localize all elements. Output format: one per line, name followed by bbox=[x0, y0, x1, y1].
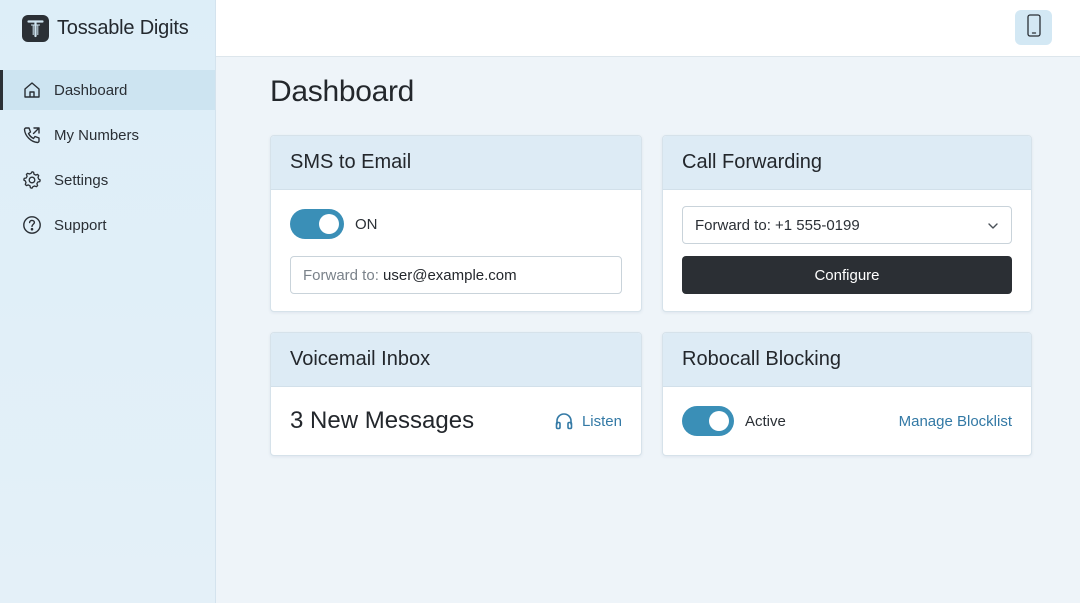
card-title: SMS to Email bbox=[271, 136, 641, 190]
page-title: Dashboard bbox=[270, 75, 415, 108]
sidebar-item-label: Settings bbox=[54, 171, 109, 189]
home-icon bbox=[22, 80, 42, 100]
configure-button[interactable]: Configure bbox=[682, 256, 1012, 294]
brand[interactable]: Tossable Digits bbox=[0, 0, 215, 56]
voicemail-inbox-card: Voicemail Inbox 3 New Messages Listen bbox=[270, 332, 642, 456]
sidebar-item-label: My Numbers bbox=[54, 126, 140, 144]
top-bar bbox=[216, 0, 1080, 57]
card-title: Call Forwarding bbox=[663, 136, 1031, 190]
smartphone-icon bbox=[1026, 13, 1041, 42]
app-logo-icon bbox=[22, 14, 49, 42]
call-forwarding-card: Call Forwarding Forward to: +1 555-0199 … bbox=[662, 135, 1032, 312]
phone-forward-icon bbox=[22, 125, 42, 145]
sidebar-item-settings[interactable]: Settings bbox=[0, 160, 215, 200]
sidebar-item-support[interactable]: Support bbox=[0, 205, 215, 245]
sidebar-item-dashboard[interactable]: Dashboard bbox=[0, 70, 215, 110]
sms-toggle[interactable] bbox=[290, 209, 344, 239]
forward-email-field[interactable]: Forward to: user@example.com bbox=[290, 256, 622, 294]
forward-email-value: user@example.com bbox=[383, 266, 517, 284]
chevron-down-icon bbox=[987, 219, 999, 236]
robocall-toggle-label: Active bbox=[745, 413, 786, 430]
card-title: Robocall Blocking bbox=[663, 333, 1031, 387]
forward-number-value: Forward to: +1 555-0199 bbox=[695, 216, 860, 234]
sidebar-item-label: Support bbox=[54, 216, 107, 234]
robocall-blocking-card: Robocall Blocking Active Manage Blocklis… bbox=[662, 332, 1032, 456]
gear-icon bbox=[22, 170, 42, 190]
device-button[interactable] bbox=[1015, 10, 1052, 45]
listen-link[interactable]: Listen bbox=[554, 411, 622, 431]
toggle-knob bbox=[709, 411, 729, 431]
sms-to-email-card: SMS to Email ON Forward to: user@example… bbox=[270, 135, 642, 312]
sms-toggle-label: ON bbox=[355, 216, 378, 233]
forward-label: Forward to: bbox=[303, 266, 384, 284]
listen-label: Listen bbox=[581, 412, 622, 430]
voicemail-count: 3 New Messages bbox=[290, 407, 475, 434]
sidebar-item-my-numbers[interactable]: My Numbers bbox=[0, 115, 215, 155]
main-content: Dashboard SMS to Email ON Forward to: us… bbox=[216, 57, 1080, 603]
app-name: Tossable Digits bbox=[57, 16, 189, 39]
robocall-toggle[interactable] bbox=[682, 406, 734, 436]
help-circle-icon bbox=[22, 215, 42, 235]
toggle-knob bbox=[319, 214, 339, 234]
manage-blocklist-link[interactable]: Manage Blocklist bbox=[899, 413, 1012, 430]
headphones-icon bbox=[554, 411, 574, 431]
card-title: Voicemail Inbox bbox=[271, 333, 641, 387]
sidebar-nav: Dashboard My Numbers Settings Support bbox=[0, 70, 215, 245]
forward-number-select[interactable]: Forward to: +1 555-0199 bbox=[682, 206, 1012, 244]
sidebar: Tossable Digits Dashboard My Numbers Set… bbox=[0, 0, 216, 603]
sidebar-item-label: Dashboard bbox=[54, 81, 128, 99]
